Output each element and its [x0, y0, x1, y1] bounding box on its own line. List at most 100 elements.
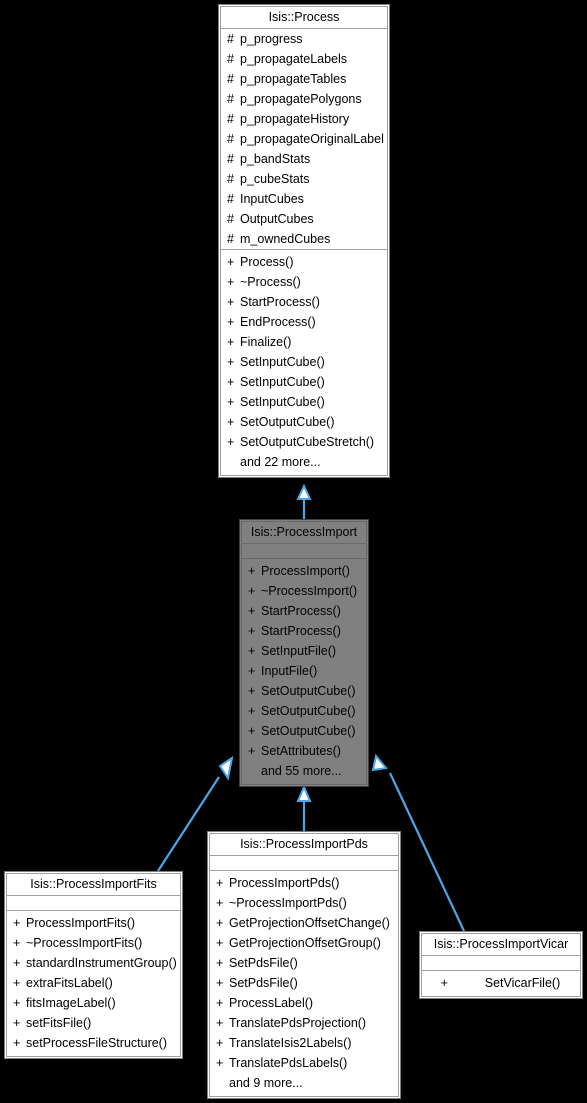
member-name: fitsImageLabel() — [26, 996, 116, 1010]
visibility-marker: # — [227, 212, 234, 226]
attribute-row: # p_cubeStats — [221, 169, 387, 189]
member-name: GetProjectionOffsetChange() — [229, 916, 390, 930]
operation-row: + SetOutputCube() — [242, 701, 366, 721]
member-name: SetInputCube() — [240, 375, 325, 389]
class-box-processimportpds[interactable]: Isis::ProcessImportPds + ProcessImportPd… — [207, 831, 401, 1099]
operation-row: + StartProcess() — [242, 621, 366, 641]
visibility-marker: + — [216, 896, 224, 910]
class-box-processimportfits[interactable]: Isis::ProcessImportFits + ProcessImportF… — [4, 871, 183, 1059]
operation-row: + setProcessFileStructure() — [7, 1033, 180, 1053]
member-name: p_cubeStats — [240, 172, 310, 186]
visibility-marker: + — [216, 936, 224, 950]
class-operations-processimport: + ProcessImport() + ~ProcessImport() + S… — [241, 559, 367, 785]
operation-row: + extraFitsLabel() — [7, 973, 180, 993]
member-name: GetProjectionOffsetGroup() — [229, 936, 381, 950]
member-name: and 55 more... — [261, 764, 342, 778]
visibility-marker: # — [227, 72, 234, 86]
operation-row: + ~ProcessImportPds() — [210, 893, 398, 913]
member-name: p_propagateOriginalLabel — [240, 132, 384, 146]
member-name: SetPdsFile() — [229, 976, 298, 990]
visibility-marker: + — [216, 916, 224, 930]
operation-row: + TranslateIsis2Labels() — [210, 1033, 398, 1053]
member-name: SetOutputCube() — [261, 724, 356, 738]
class-operations-processimportpds: + ProcessImportPds() + ~ProcessImportPds… — [209, 871, 399, 1097]
member-name: m_ownedCubes — [240, 232, 331, 246]
visibility-marker: + — [227, 415, 235, 429]
visibility-marker: # — [227, 232, 234, 246]
member-name: ProcessLabel() — [229, 996, 314, 1010]
visibility-marker: + — [216, 1036, 224, 1050]
class-title-processimportvicar: Isis::ProcessImportVicar — [421, 933, 581, 956]
member-name: InputFile() — [261, 664, 318, 678]
member-name: TranslatePdsProjection() — [229, 1016, 367, 1030]
class-attributes-processimportfits — [6, 896, 181, 911]
member-name: p_propagateTables — [240, 72, 347, 86]
class-title-process: Isis::Process — [220, 6, 388, 29]
member-name: OutputCubes — [240, 212, 314, 226]
operation-row: + ~Process() — [221, 272, 387, 292]
visibility-marker: + — [13, 1036, 21, 1050]
visibility-marker: + — [216, 1016, 224, 1030]
operation-row: + SetInputCube() — [221, 392, 387, 412]
attribute-row: # m_ownedCubes — [221, 229, 387, 249]
member-name: ~ProcessImport() — [261, 584, 358, 598]
visibility-marker: + — [227, 295, 235, 309]
attribute-row: # p_bandStats — [221, 149, 387, 169]
member-name: StartProcess() — [261, 624, 341, 638]
member-name: TranslatePdsLabels() — [229, 1056, 348, 1070]
operation-row: + SetOutputCube() — [242, 721, 366, 741]
member-name: SetInputCube() — [240, 355, 325, 369]
member-name: standardInstrumentGroup() — [26, 956, 177, 970]
operation-row: + SetAttributes() — [242, 741, 366, 761]
member-name: TranslateIsis2Labels() — [229, 1036, 352, 1050]
member-name: InputCubes — [240, 192, 304, 206]
visibility-marker: + — [248, 724, 256, 738]
operation-row: + standardInstrumentGroup() — [7, 953, 180, 973]
operation-row: + ProcessImportPds() — [210, 873, 398, 893]
member-name: p_propagateLabels — [240, 52, 348, 66]
class-box-processimport[interactable]: Isis::ProcessImport + ProcessImport() + … — [239, 519, 369, 787]
visibility-marker: + — [13, 956, 21, 970]
class-operations-process: + Process() + ~Process() + StartProcess(… — [220, 250, 388, 476]
class-box-process[interactable]: Isis::Process # p_progress # p_propagate… — [218, 4, 390, 478]
class-title-processimportpds: Isis::ProcessImportPds — [209, 833, 399, 856]
visibility-marker: # — [227, 32, 234, 46]
member-name: SetAttributes() — [261, 744, 341, 758]
visibility-marker: + — [248, 584, 256, 598]
attribute-row: # p_propagateTables — [221, 69, 387, 89]
operation-overflow-row: and 9 more... — [210, 1073, 398, 1093]
member-name: ProcessImportPds() — [229, 876, 340, 890]
class-attributes-process: # p_progress # p_propagateLabels # p_pro… — [220, 29, 388, 250]
member-name: SetOutputCube() — [261, 684, 356, 698]
member-name: and 22 more... — [240, 455, 321, 469]
visibility-marker: + — [13, 916, 21, 930]
operation-row: + ~ProcessImport() — [242, 581, 366, 601]
operation-row: + ~ProcessImportFits() — [7, 933, 180, 953]
visibility-marker: + — [216, 996, 224, 1010]
visibility-marker: + — [248, 644, 256, 658]
visibility-marker: + — [227, 255, 235, 269]
edge-pds-to-processimport — [296, 784, 312, 831]
visibility-marker: + — [248, 564, 256, 578]
member-name: SetInputCube() — [240, 395, 325, 409]
visibility-marker: # — [227, 172, 234, 186]
operation-row: + ProcessImport() — [242, 561, 366, 581]
member-name: p_bandStats — [240, 152, 311, 166]
attribute-row: # p_propagateLabels — [221, 49, 387, 69]
member-name: Finalize() — [240, 335, 292, 349]
member-name: setFitsFile() — [26, 1016, 92, 1030]
attribute-row: # p_propagateOriginalLabel — [221, 129, 387, 149]
visibility-marker: # — [227, 132, 234, 146]
operation-row: + ProcessImportFits() — [7, 913, 180, 933]
visibility-marker: + — [227, 275, 235, 289]
member-name: extraFitsLabel() — [26, 976, 113, 990]
operation-overflow-row: and 22 more... — [221, 452, 387, 472]
operation-row: + ProcessLabel() — [210, 993, 398, 1013]
visibility-marker: + — [248, 684, 256, 698]
visibility-marker: + — [248, 624, 256, 638]
visibility-marker: + — [227, 375, 235, 389]
class-box-processimportvicar[interactable]: Isis::ProcessImportVicar + SetVicarFile(… — [419, 931, 583, 999]
attribute-row: # p_propagateHistory — [221, 109, 387, 129]
attribute-row: # OutputCubes — [221, 209, 387, 229]
operation-row: + fitsImageLabel() — [7, 993, 180, 1013]
